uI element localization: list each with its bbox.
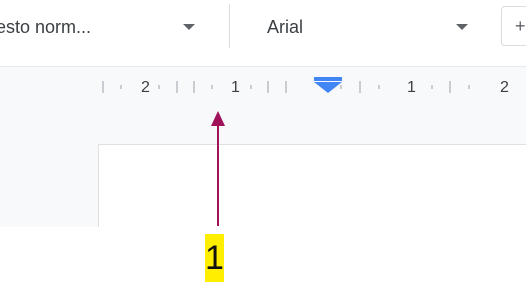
annotation-arrow: [211, 111, 225, 226]
arrow-head: [211, 111, 225, 126]
annotation-badge: 1: [205, 234, 224, 282]
